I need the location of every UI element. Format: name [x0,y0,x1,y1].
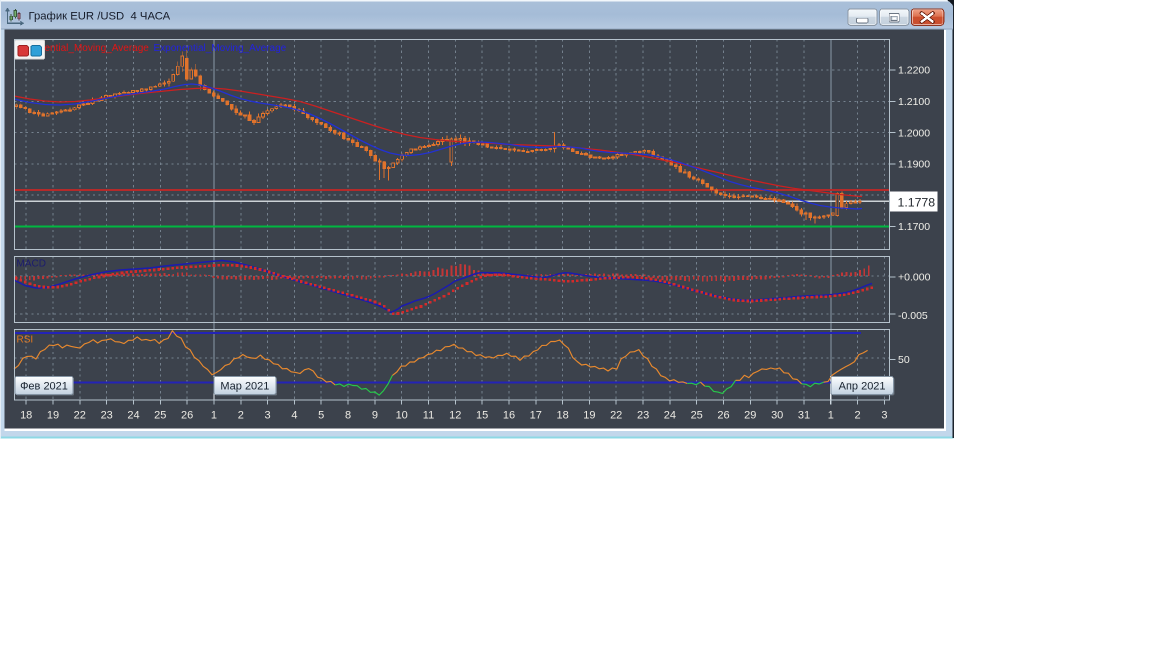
svg-text:10: 10 [396,410,408,422]
svg-text:Exponential_Moving_Average: Exponential_Moving_Average [154,43,287,54]
svg-text:График EUR /USD 4 ЧАСА: График EUR /USD 4 ЧАСА [29,11,171,23]
svg-text:3: 3 [265,410,271,422]
svg-text:15: 15 [476,410,488,422]
svg-text:8: 8 [345,410,351,422]
svg-text:26: 26 [181,410,193,422]
svg-text:25: 25 [691,410,703,422]
svg-text:11: 11 [423,410,434,422]
svg-text:9: 9 [372,410,378,422]
svg-text:24: 24 [127,410,139,422]
svg-text:Фев 2021: Фев 2021 [20,381,68,393]
svg-text:1.1778: 1.1778 [898,195,936,209]
svg-text:16: 16 [503,410,515,422]
svg-text:25: 25 [154,410,166,422]
svg-text:22: 22 [74,410,86,422]
svg-text:1.2100: 1.2100 [898,96,930,108]
svg-text:18: 18 [20,410,32,422]
svg-text:12: 12 [449,410,461,422]
svg-text:23: 23 [637,410,649,422]
svg-text:2: 2 [238,410,244,422]
svg-text:MACD: MACD [17,259,46,270]
svg-text:1: 1 [211,410,217,422]
svg-text:31: 31 [798,410,810,422]
svg-text:17: 17 [530,410,542,422]
svg-text:-0.005: -0.005 [898,310,928,322]
svg-text:2: 2 [855,410,861,422]
svg-text:5: 5 [318,410,324,422]
svg-text:19: 19 [583,410,595,422]
svg-text:RSI: RSI [17,335,34,346]
svg-text:ential_Moving_Average: ential_Moving_Average [45,43,150,54]
svg-text:1.2000: 1.2000 [898,127,930,139]
svg-text:24: 24 [664,410,676,422]
svg-text:30: 30 [771,410,783,422]
svg-text:18: 18 [556,410,568,422]
svg-text:1.2200: 1.2200 [898,65,930,77]
svg-text:3: 3 [881,410,887,422]
svg-text:4: 4 [291,410,297,422]
svg-text:50: 50 [898,354,910,366]
svg-text:19: 19 [47,410,59,422]
svg-text:1: 1 [828,410,834,422]
svg-text:1.1700: 1.1700 [898,221,930,233]
svg-text:29: 29 [744,410,756,422]
svg-text:+0.000: +0.000 [898,272,931,284]
svg-text:Мар 2021: Мар 2021 [220,381,269,393]
svg-text:1.1900: 1.1900 [898,159,930,171]
svg-text:23: 23 [101,410,113,422]
svg-text:22: 22 [610,410,622,422]
svg-text:Апр 2021: Апр 2021 [839,381,886,393]
svg-text:26: 26 [717,410,729,422]
